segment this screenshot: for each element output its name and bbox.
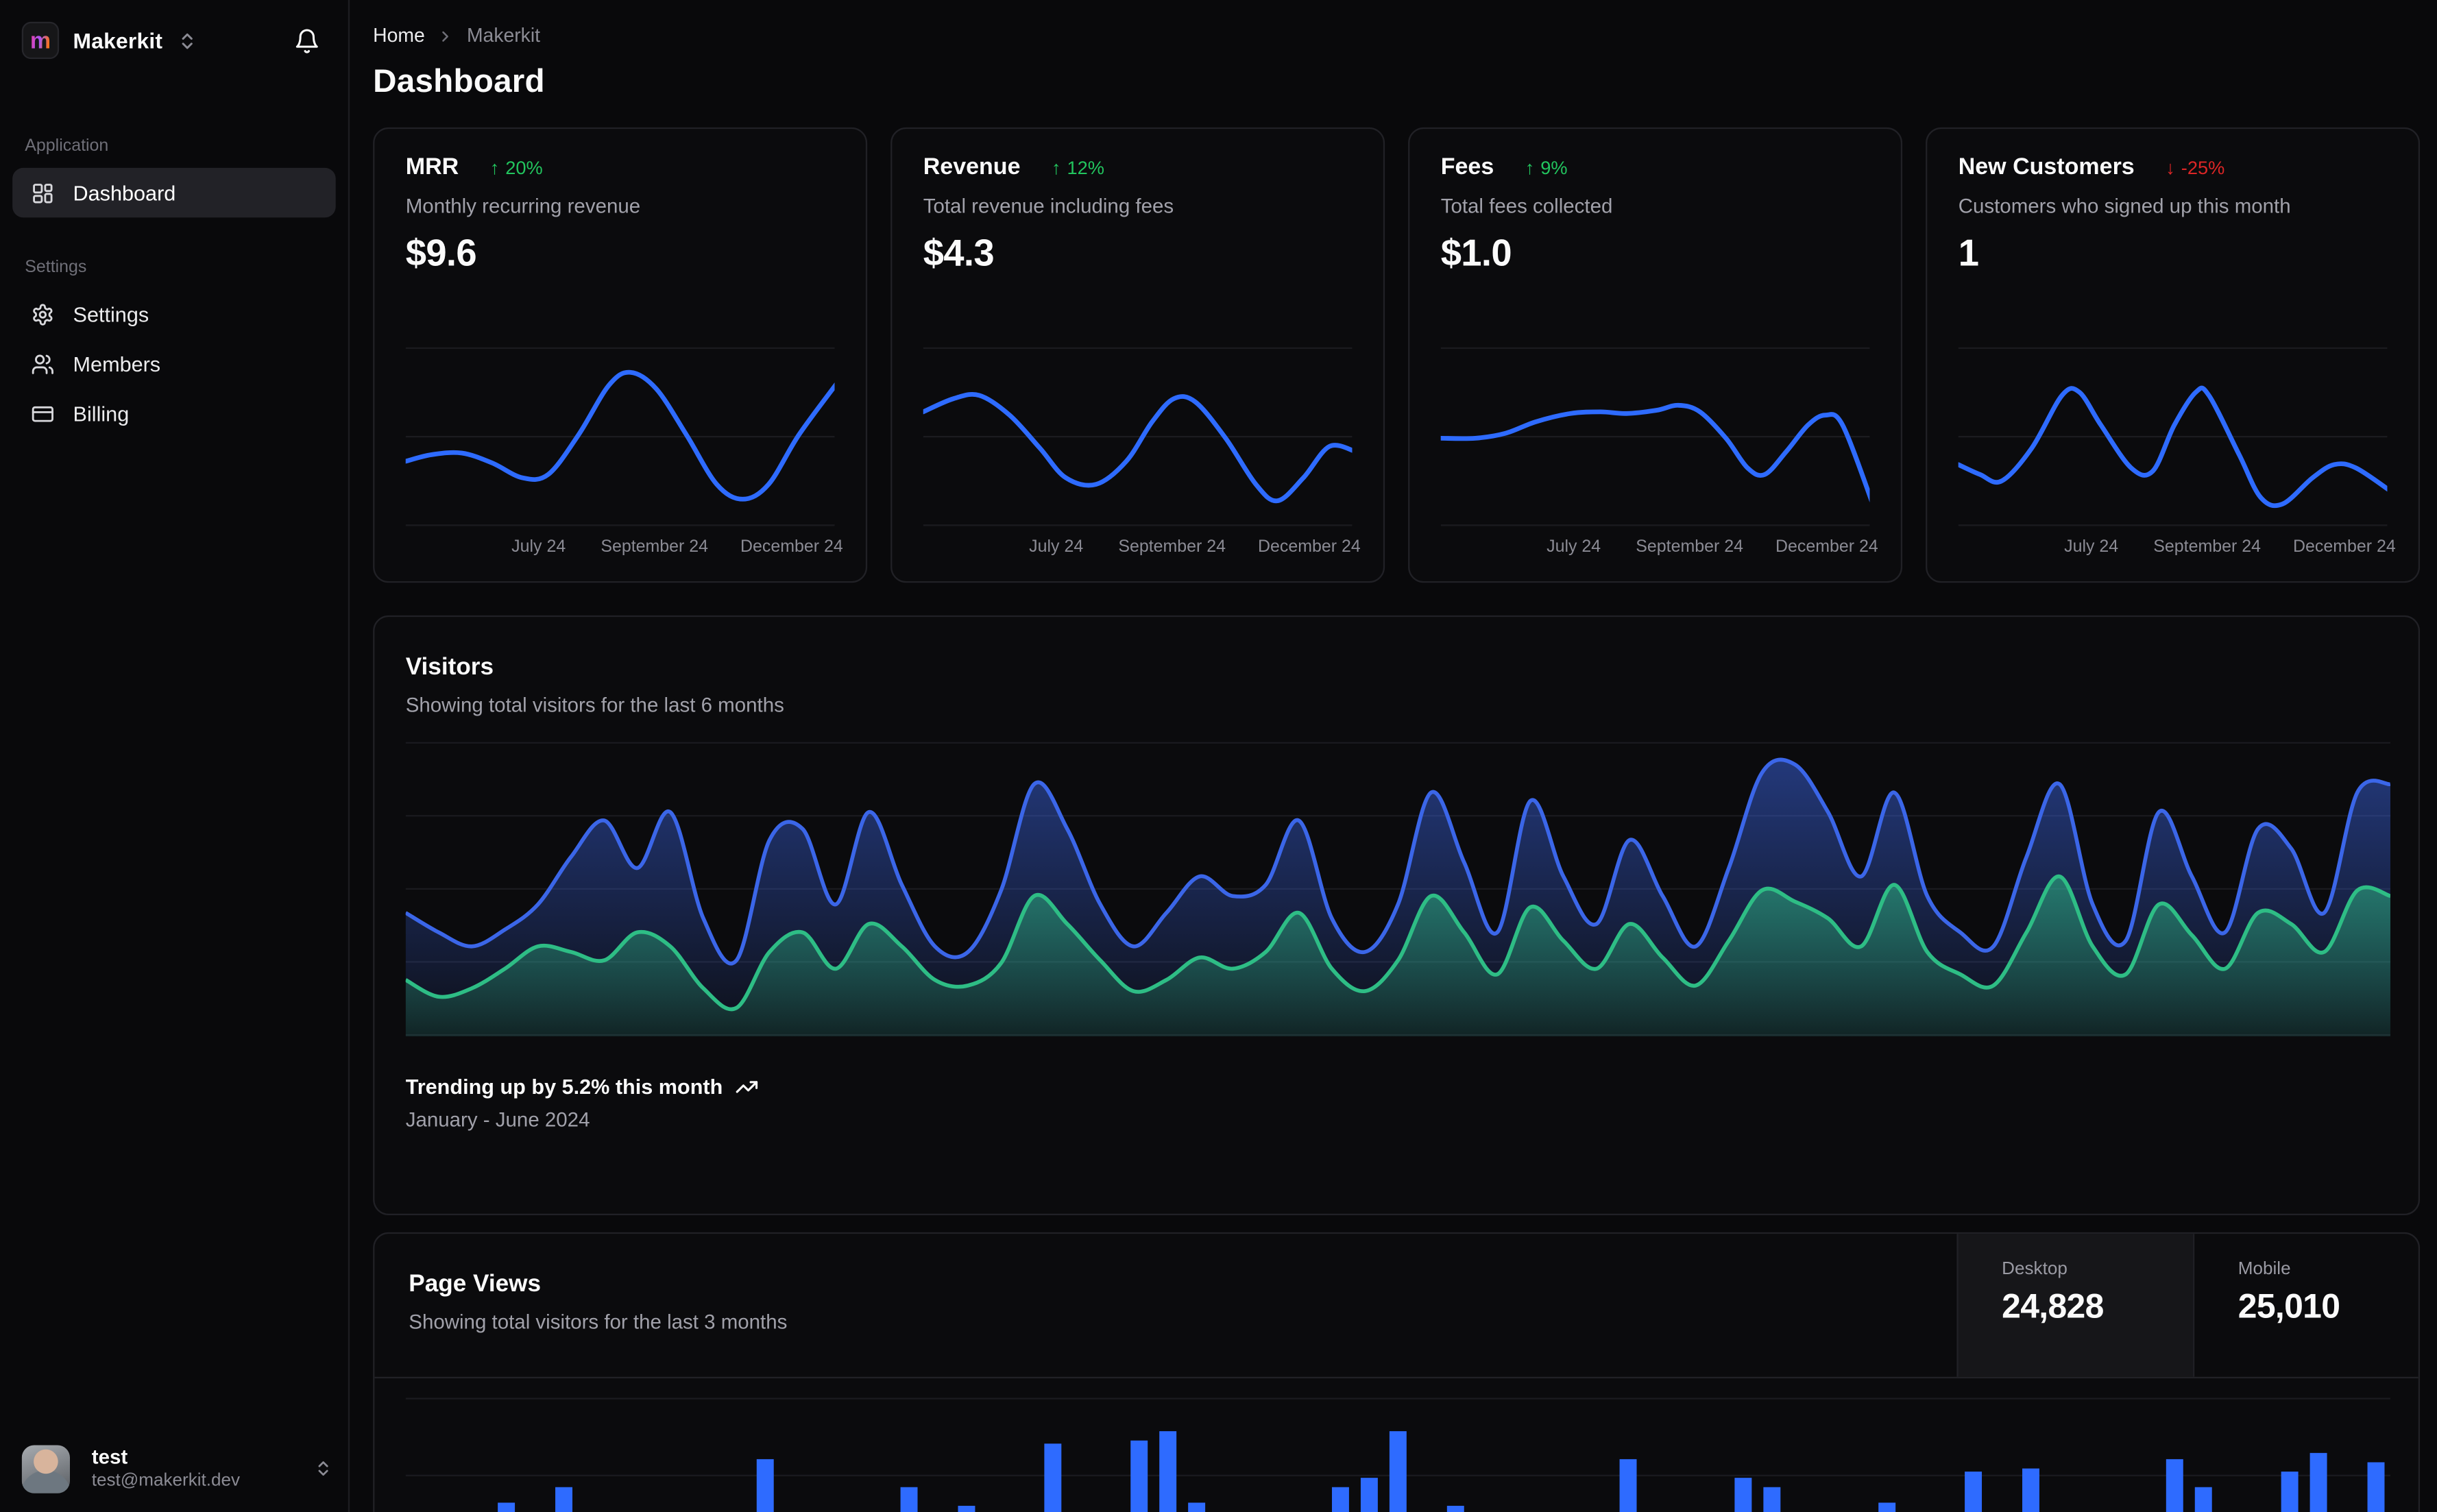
section-label-settings: Settings bbox=[25, 258, 87, 277]
trending-up-icon bbox=[735, 1075, 758, 1099]
page-views-bar-chart bbox=[374, 1378, 2418, 1512]
x-axis-labels: July 24 September 24 December 24 bbox=[511, 537, 843, 557]
x-axis-labels: July 24 September 24 December 24 bbox=[1547, 537, 1878, 557]
stat-value: $1.0 bbox=[1440, 233, 1512, 276]
visitors-card: Visitors Showing total visitors for the … bbox=[373, 615, 2421, 1215]
arrow-down-icon: ↓ bbox=[2166, 156, 2175, 178]
sidebar-item-members[interactable]: Members bbox=[12, 339, 336, 389]
chevrons-up-down-icon bbox=[314, 1460, 332, 1478]
credit-card-icon bbox=[31, 402, 54, 425]
sidebar-item-label: Dashboard bbox=[73, 181, 176, 205]
x-axis-labels: July 24 September 24 December 24 bbox=[2064, 537, 2396, 557]
stat-subtitle: Total revenue including fees bbox=[923, 194, 1174, 218]
sidebar-item-dashboard[interactable]: Dashboard bbox=[12, 167, 336, 218]
visitors-period: January - June 2024 bbox=[405, 1108, 590, 1132]
stat-title: New Customers bbox=[1958, 154, 2135, 180]
stat-subtitle: Customers who signed up this month bbox=[1958, 194, 2291, 218]
stat-value: $4.3 bbox=[923, 233, 995, 276]
stat-card-new-customers: New Customers ↓ -25% Customers who signed… bbox=[1926, 127, 2421, 583]
user-menu[interactable]: test test@makerkit.dev bbox=[21, 1445, 332, 1493]
makerkit-logo: m bbox=[21, 21, 60, 60]
arrow-up-icon: ↑ bbox=[1051, 156, 1061, 178]
sidebar-header: m Makerkit bbox=[12, 0, 336, 81]
page-views-card: Page Views Showing total visitors for th… bbox=[373, 1232, 2421, 1512]
sidebar-item-billing[interactable]: Billing bbox=[12, 389, 336, 439]
main-content: Home Makerkit Dashboard MRR ↑ 20% Monthly… bbox=[350, 0, 2437, 1512]
x-axis-labels: July 24 September 24 December 24 bbox=[1029, 537, 1361, 557]
sidebar-item-label: Billing bbox=[73, 402, 130, 426]
visitors-title: Visitors bbox=[405, 654, 494, 681]
trend-badge: ↑ 12% bbox=[1051, 156, 1105, 178]
stat-cards-row: MRR ↑ 20% Monthly recurring revenue $9.6 … bbox=[373, 127, 2421, 583]
trend-badge: ↓ -25% bbox=[2166, 156, 2225, 178]
page-views-subtitle: Showing total visitors for the last 3 mo… bbox=[409, 1310, 788, 1334]
stat-subtitle: Total fees collected bbox=[1440, 194, 1613, 218]
toggle-mobile[interactable]: Mobile 25,010 bbox=[2193, 1234, 2418, 1377]
sidebar-item-label: Settings bbox=[73, 302, 149, 326]
stat-subtitle: Monthly recurring revenue bbox=[405, 194, 641, 218]
user-meta: test test@makerkit.dev bbox=[92, 1445, 314, 1493]
breadcrumb: Home Makerkit bbox=[373, 22, 2420, 50]
notifications-button[interactable] bbox=[287, 21, 326, 60]
sidebar-item-label: Members bbox=[73, 352, 161, 376]
trend-badge: ↑ 20% bbox=[489, 156, 543, 178]
user-avatar bbox=[21, 1445, 71, 1493]
logo-letter: m bbox=[29, 27, 51, 54]
sparkline-chart: July 24 September 24 December 24 bbox=[1958, 347, 2396, 563]
stat-card-fees: Fees ↑ 9% Total fees collected $1.0 July … bbox=[1408, 127, 1903, 583]
chevrons-up-down-icon bbox=[177, 30, 197, 50]
gear-icon bbox=[31, 302, 54, 326]
workspace-name: Makerkit bbox=[73, 27, 163, 53]
app-root: m Makerkit Application Dashboard Setting… bbox=[0, 0, 2437, 1512]
stat-value: 1 bbox=[1958, 233, 1979, 276]
page-views-title: Page Views bbox=[409, 1271, 542, 1298]
trend-badge: ↑ 9% bbox=[1525, 156, 1568, 178]
stat-card-mrr: MRR ↑ 20% Monthly recurring revenue $9.6 … bbox=[373, 127, 868, 583]
stat-card-revenue: Revenue ↑ 12% Total revenue including fee… bbox=[890, 127, 1385, 583]
visitors-footer: Trending up by 5.2% this month bbox=[406, 1075, 2388, 1099]
layout-dashboard-icon bbox=[31, 181, 54, 204]
section-label-application: Application bbox=[25, 136, 109, 156]
arrow-up-icon: ↑ bbox=[1525, 156, 1535, 178]
sparkline-chart: July 24 September 24 December 24 bbox=[405, 347, 843, 563]
users-icon bbox=[31, 352, 54, 376]
sparkline-chart: July 24 September 24 December 24 bbox=[1440, 347, 1878, 563]
bell-icon bbox=[294, 27, 321, 54]
stat-title: MRR bbox=[405, 154, 459, 180]
stat-title: Fees bbox=[1440, 154, 1494, 180]
sidebar-item-settings[interactable]: Settings bbox=[12, 289, 336, 339]
chevron-right-icon bbox=[437, 27, 454, 45]
stat-title: Revenue bbox=[923, 154, 1021, 180]
breadcrumb-home-link[interactable]: Home bbox=[373, 25, 425, 47]
user-name: test bbox=[91, 1445, 128, 1469]
page-title: Dashboard bbox=[373, 63, 545, 100]
visitors-subtitle: Showing total visitors for the last 6 mo… bbox=[405, 693, 784, 717]
sidebar: m Makerkit Application Dashboard Setting… bbox=[0, 0, 350, 1512]
visitors-area-chart bbox=[405, 741, 2390, 1037]
arrow-up-icon: ↑ bbox=[489, 156, 500, 178]
stat-value: $9.6 bbox=[405, 233, 477, 276]
toggle-desktop[interactable]: Desktop 24,828 bbox=[1956, 1234, 2194, 1377]
workspace-switcher[interactable]: m Makerkit bbox=[21, 21, 288, 60]
breadcrumb-current: Makerkit bbox=[466, 25, 541, 47]
sparkline-chart: July 24 September 24 December 24 bbox=[923, 347, 1361, 563]
page-views-header: Page Views Showing total visitors for th… bbox=[374, 1234, 2418, 1379]
user-email: test@makerkit.dev bbox=[91, 1472, 241, 1491]
